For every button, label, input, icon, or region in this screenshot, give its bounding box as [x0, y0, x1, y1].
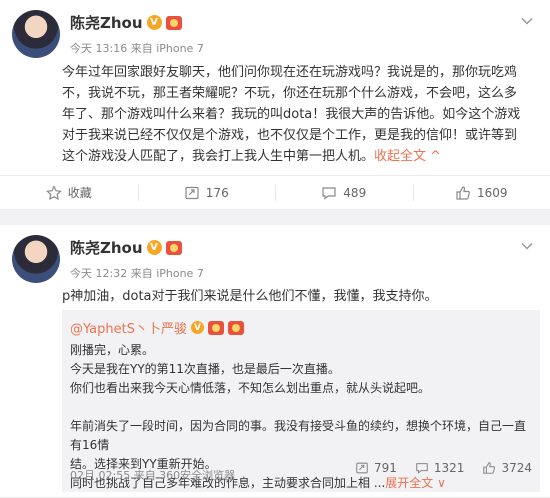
repost-line: 今天是我在YY的第11次直播，也是最后一次直播。 [70, 362, 340, 376]
like-button[interactable]: 3724 [482, 461, 532, 475]
star-icon [45, 184, 62, 200]
comment-count: 489 [343, 185, 367, 200]
author-name[interactable]: 陈尧Zhou [70, 237, 143, 258]
post-meta: 今天 12:32 来自 iPhone 7 [70, 267, 204, 280]
like-count: 1609 [476, 185, 508, 200]
verified-icon: V [190, 321, 204, 334]
avatar[interactable] [12, 10, 60, 58]
repost-count: 176 [205, 185, 229, 200]
comment-icon [416, 463, 428, 474]
post-text-line: 今年过年回家跟好友聊天，他们问你现在还在玩游戏吗？我说是的，那你玩吃鸡 [62, 65, 518, 80]
comment-count: 1321 [433, 461, 465, 475]
post-text-line: 对于我来说已经不仅仅是个游戏，也不仅仅是个工作，更是我的信仰！或许等到 [62, 128, 518, 143]
author-row: 陈尧Zhou V [70, 237, 182, 258]
reposted-content[interactable]: @YaphetS丶卜严骏 V 刚播完，心累。 今天是我在YY的第11次直播，也是… [62, 310, 540, 492]
repost-author-link[interactable]: @YaphetS丶卜严骏 [70, 318, 187, 337]
chevron-down-icon[interactable] [518, 12, 536, 30]
author-row: 陈尧Zhou V [70, 12, 182, 33]
collapse-link[interactable]: 收起全文 ^ [374, 149, 441, 164]
repost-line: 你们也看出来我今天心情低落，不知怎么划出重点，就从头说起吧。 [70, 381, 431, 395]
medal-icon [207, 320, 224, 335]
gift-icon [227, 320, 244, 335]
repost-icon [356, 462, 368, 474]
repost-line: 年前消失了一段时间，因为合同的事。我没有接受斗鱼的续约，想换个环境，自己一直有1… [70, 419, 527, 452]
verified-icon: V [146, 240, 162, 255]
comment-icon [322, 186, 336, 200]
like-button[interactable]: 1609 [412, 176, 550, 209]
repost-icon [185, 186, 199, 199]
repost-line: 刚播完，心累。 [70, 343, 155, 357]
weibo-post-1: 陈尧Zhou V 今天 13:16 来自 iPhone 7 今年过年回家跟好友聊… [0, 0, 550, 210]
repost-count: 791 [374, 461, 397, 475]
comment-button[interactable]: 489 [275, 176, 413, 209]
like-count: 3724 [501, 461, 532, 475]
post-text-line: 不，我说不玩，那王者荣耀呢？不玩，你还在玩那个什么游戏，不会吧，这么多 [62, 86, 518, 101]
repost-button[interactable]: 176 [137, 176, 276, 209]
author-name[interactable]: 陈尧Zhou [70, 12, 143, 33]
thumbs-up-icon [456, 185, 470, 200]
thumbs-up-icon [483, 462, 496, 474]
post-meta: 今天 13:16 来自 iPhone 7 [70, 42, 204, 55]
medal-icon [165, 240, 182, 255]
post-text-line: 这个游戏没人匹配了，我会打上我人生中第一把人机。 [62, 149, 375, 164]
favorite-label: 收藏 [67, 186, 92, 200]
expand-link[interactable]: 展开全文 ∨ [385, 476, 446, 490]
favorite-button[interactable]: 收藏 [0, 176, 138, 209]
post-text-line: 年了、那个游戏叫什么来着？我玩的叫dota！我很大声的告诉他。如今这个游戏 [62, 107, 521, 122]
avatar[interactable] [12, 235, 60, 283]
action-bar: 收藏 176 489 1609 [0, 175, 550, 209]
verified-icon: V [146, 15, 162, 30]
repost-author-row: @YaphetS丶卜严骏 V [70, 318, 244, 337]
repost-button[interactable]: 791 [355, 461, 397, 475]
repost-meta: 02月 02:55 来自 360安全浏览器 [70, 469, 236, 482]
chevron-down-icon[interactable] [518, 237, 536, 255]
post-text: 今年过年回家跟好友聊天，他们问你现在还在玩游戏吗？我说是的，那你玩吃鸡 不，我说… [62, 62, 540, 167]
medal-icon [165, 15, 182, 30]
repost-action-bar: 791 1321 3724 [355, 461, 532, 475]
weibo-post-2: 陈尧Zhou V 今天 12:32 来自 iPhone 7 p神加油，dota对… [0, 225, 550, 498]
comment-button[interactable]: 1321 [415, 461, 465, 475]
post-text: p神加油，dota对于我们来说是什么他们不懂，我懂，我支持你。 [62, 289, 438, 304]
post-separator [0, 210, 550, 225]
repost-spacer [70, 398, 530, 417]
